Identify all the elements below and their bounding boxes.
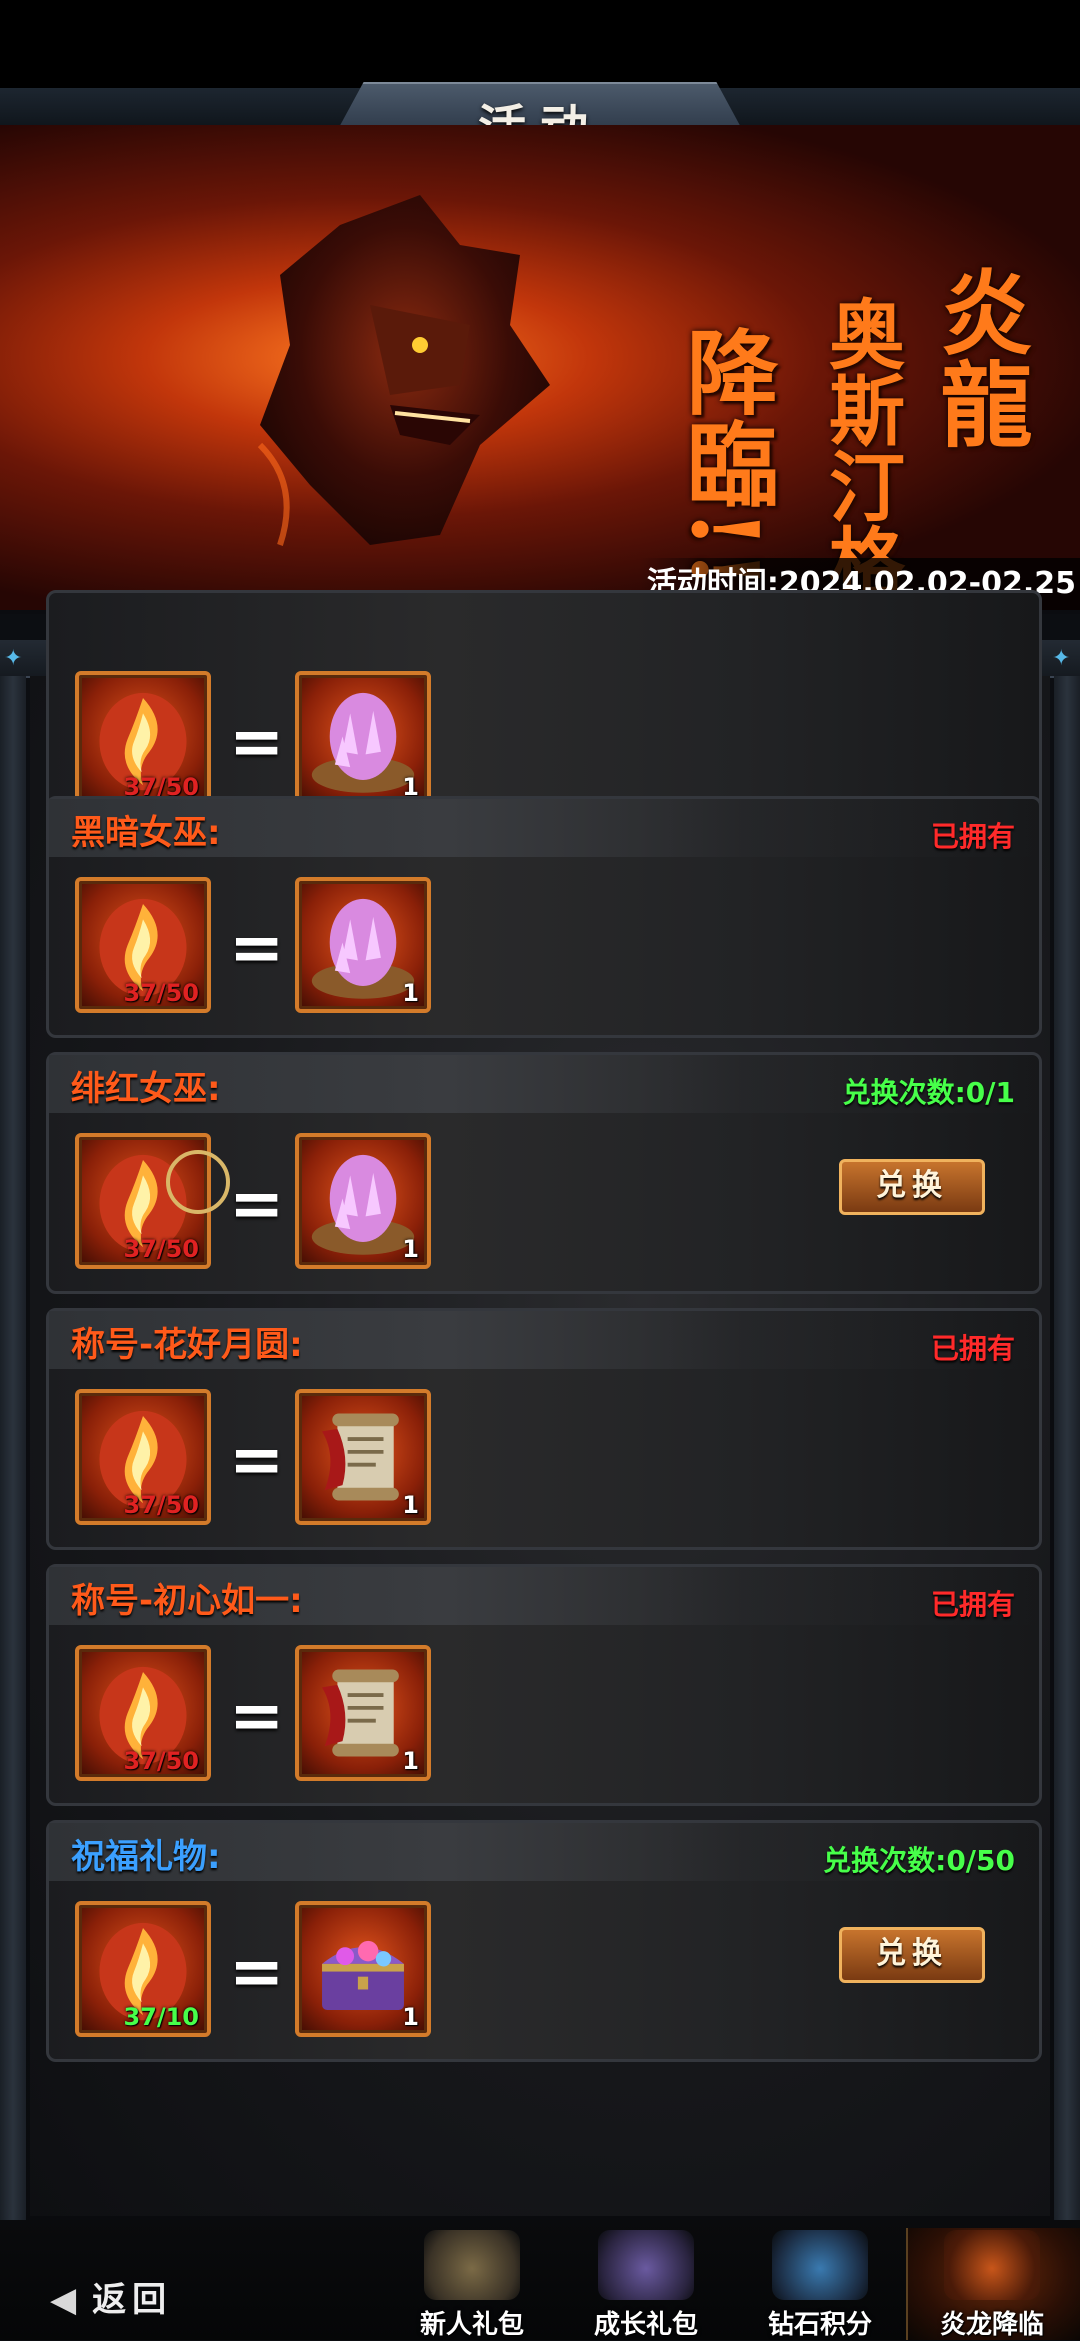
card-title-colon: : xyxy=(289,1581,303,1621)
back-label: 返回 xyxy=(92,2280,173,2320)
card-title-colon: : xyxy=(207,813,221,853)
owned-status: 已拥有 xyxy=(930,820,1015,853)
panel-rail-left xyxy=(0,676,26,2266)
redeem-button[interactable]: 兑换 xyxy=(839,1927,985,1983)
back-arrow-icon: ◀ xyxy=(50,2280,83,2320)
cost-count: 37/50 xyxy=(123,1235,199,1263)
card-title-text: 黑暗女巫 xyxy=(71,813,207,853)
dragon-scale-item[interactable]: 37/50 xyxy=(75,1389,211,1525)
card-title: 祝福礼物: xyxy=(71,1829,221,1878)
nav-label: 成长礼包 xyxy=(593,2310,698,2340)
reward-item[interactable]: 1 xyxy=(295,1901,431,2037)
card-title: 称号-初心如一: xyxy=(71,1573,303,1622)
hooded-figure-icon xyxy=(598,2230,694,2300)
reward-item[interactable]: 1 xyxy=(295,1133,431,1269)
reward-count: 1 xyxy=(402,1747,419,1775)
reward-item[interactable]: 1 xyxy=(295,1645,431,1781)
nav-label: 钻石积分 xyxy=(767,2310,872,2340)
owned-status: 已拥有 xyxy=(930,1332,1015,1365)
exchange-card: 称号-花好月圆: 已拥有 37/50 = 1 xyxy=(46,1308,1042,1550)
equals-sign: = xyxy=(229,1165,285,1242)
diamond-hero-icon xyxy=(772,2230,868,2300)
exchange-card: 祝福礼物: 兑换次数:0/50 37/10 = 1 兑换 xyxy=(46,1820,1042,2062)
reward-count: 1 xyxy=(402,2003,419,2031)
card-title: 黑暗女巫: xyxy=(71,805,221,854)
reward-item[interactable]: 1 xyxy=(295,877,431,1013)
nav-label: 炎龙降临 xyxy=(939,2310,1044,2340)
banner-title-name: 奥斯汀格 xyxy=(816,295,905,599)
equals-sign: = xyxy=(229,1677,285,1754)
crystal-corner-icon: ✦ xyxy=(4,646,23,671)
exchange-card: 称号-初心如一: 已拥有 37/50 = 1 xyxy=(46,1564,1042,1806)
dragon-scale-item[interactable]: 37/50 xyxy=(75,671,211,807)
nav-growth-pack[interactable]: 成长礼包 xyxy=(576,2230,716,2340)
card-title-text: 称号-花好月圆 xyxy=(71,1325,290,1365)
cost-count: 37/50 xyxy=(123,1747,199,1775)
equals-sign: = xyxy=(229,703,285,780)
tap-indicator xyxy=(166,1150,230,1214)
reward-count: 1 xyxy=(402,979,419,1007)
nav-label: 新人礼包 xyxy=(419,2310,524,2340)
card-title-colon: : xyxy=(207,1069,221,1109)
reward-count: 1 xyxy=(402,1235,419,1263)
nav-newbie-pack[interactable]: 新人礼包 xyxy=(402,2230,542,2340)
card-title-text: 称号-初心如一 xyxy=(71,1581,290,1621)
crystal-corner-icon: ✦ xyxy=(1052,646,1071,671)
card-title: 称号-花好月圆: xyxy=(71,1317,303,1366)
equals-sign: = xyxy=(229,909,285,986)
cost-count: 37/10 xyxy=(123,2003,199,2031)
dragon-scale-item[interactable]: 37/10 xyxy=(75,1901,211,2037)
banner-title-arrives: 降臨!! xyxy=(671,325,779,590)
card-title: 绯红女巫: xyxy=(71,1061,221,1110)
owned-status: 已拥有 xyxy=(930,1588,1015,1621)
cost-count: 37/50 xyxy=(123,1491,199,1519)
nav-diamond-points[interactable]: 钻石积分 xyxy=(750,2230,890,2340)
gift-chest-icon xyxy=(424,2230,520,2300)
dragon-scale-item[interactable]: 37/50 xyxy=(75,877,211,1013)
card-title-text: 祝福礼物 xyxy=(71,1837,207,1877)
nav-dragon-event[interactable]: 炎龙降临 xyxy=(922,2230,1062,2340)
exchange-count-status: 兑换次数:0/50 xyxy=(823,1844,1015,1877)
event-banner: 炎龍 奥斯汀格 降臨!! xyxy=(0,125,1080,610)
equals-sign: = xyxy=(229,1933,285,2010)
panel-rail-right xyxy=(1054,676,1080,2266)
dragon-scale-item[interactable]: 37/50 xyxy=(75,1645,211,1781)
back-button[interactable]: ◀ 返回 xyxy=(50,2272,172,2322)
fire-dragon-icon xyxy=(944,2230,1040,2300)
reward-item[interactable]: 1 xyxy=(295,1389,431,1525)
card-title-colon: : xyxy=(289,1325,303,1365)
cost-count: 37/50 xyxy=(123,979,199,1007)
redeem-button[interactable]: 兑换 xyxy=(839,1159,985,1215)
reward-count: 1 xyxy=(402,1491,419,1519)
status-bar-area xyxy=(0,0,1080,88)
banner-title-dragon: 炎龍 xyxy=(925,265,1033,449)
equals-sign: = xyxy=(229,1421,285,1498)
dragon-illustration xyxy=(257,195,550,546)
card-title-text: 绯红女巫 xyxy=(71,1069,207,1109)
reward-item[interactable]: 1 xyxy=(295,671,431,807)
card-title-colon: : xyxy=(207,1837,221,1877)
exchange-count-status: 兑换次数:0/1 xyxy=(842,1076,1015,1109)
exchange-card: 黑暗女巫: 已拥有 37/50 = 1 xyxy=(46,796,1042,1038)
